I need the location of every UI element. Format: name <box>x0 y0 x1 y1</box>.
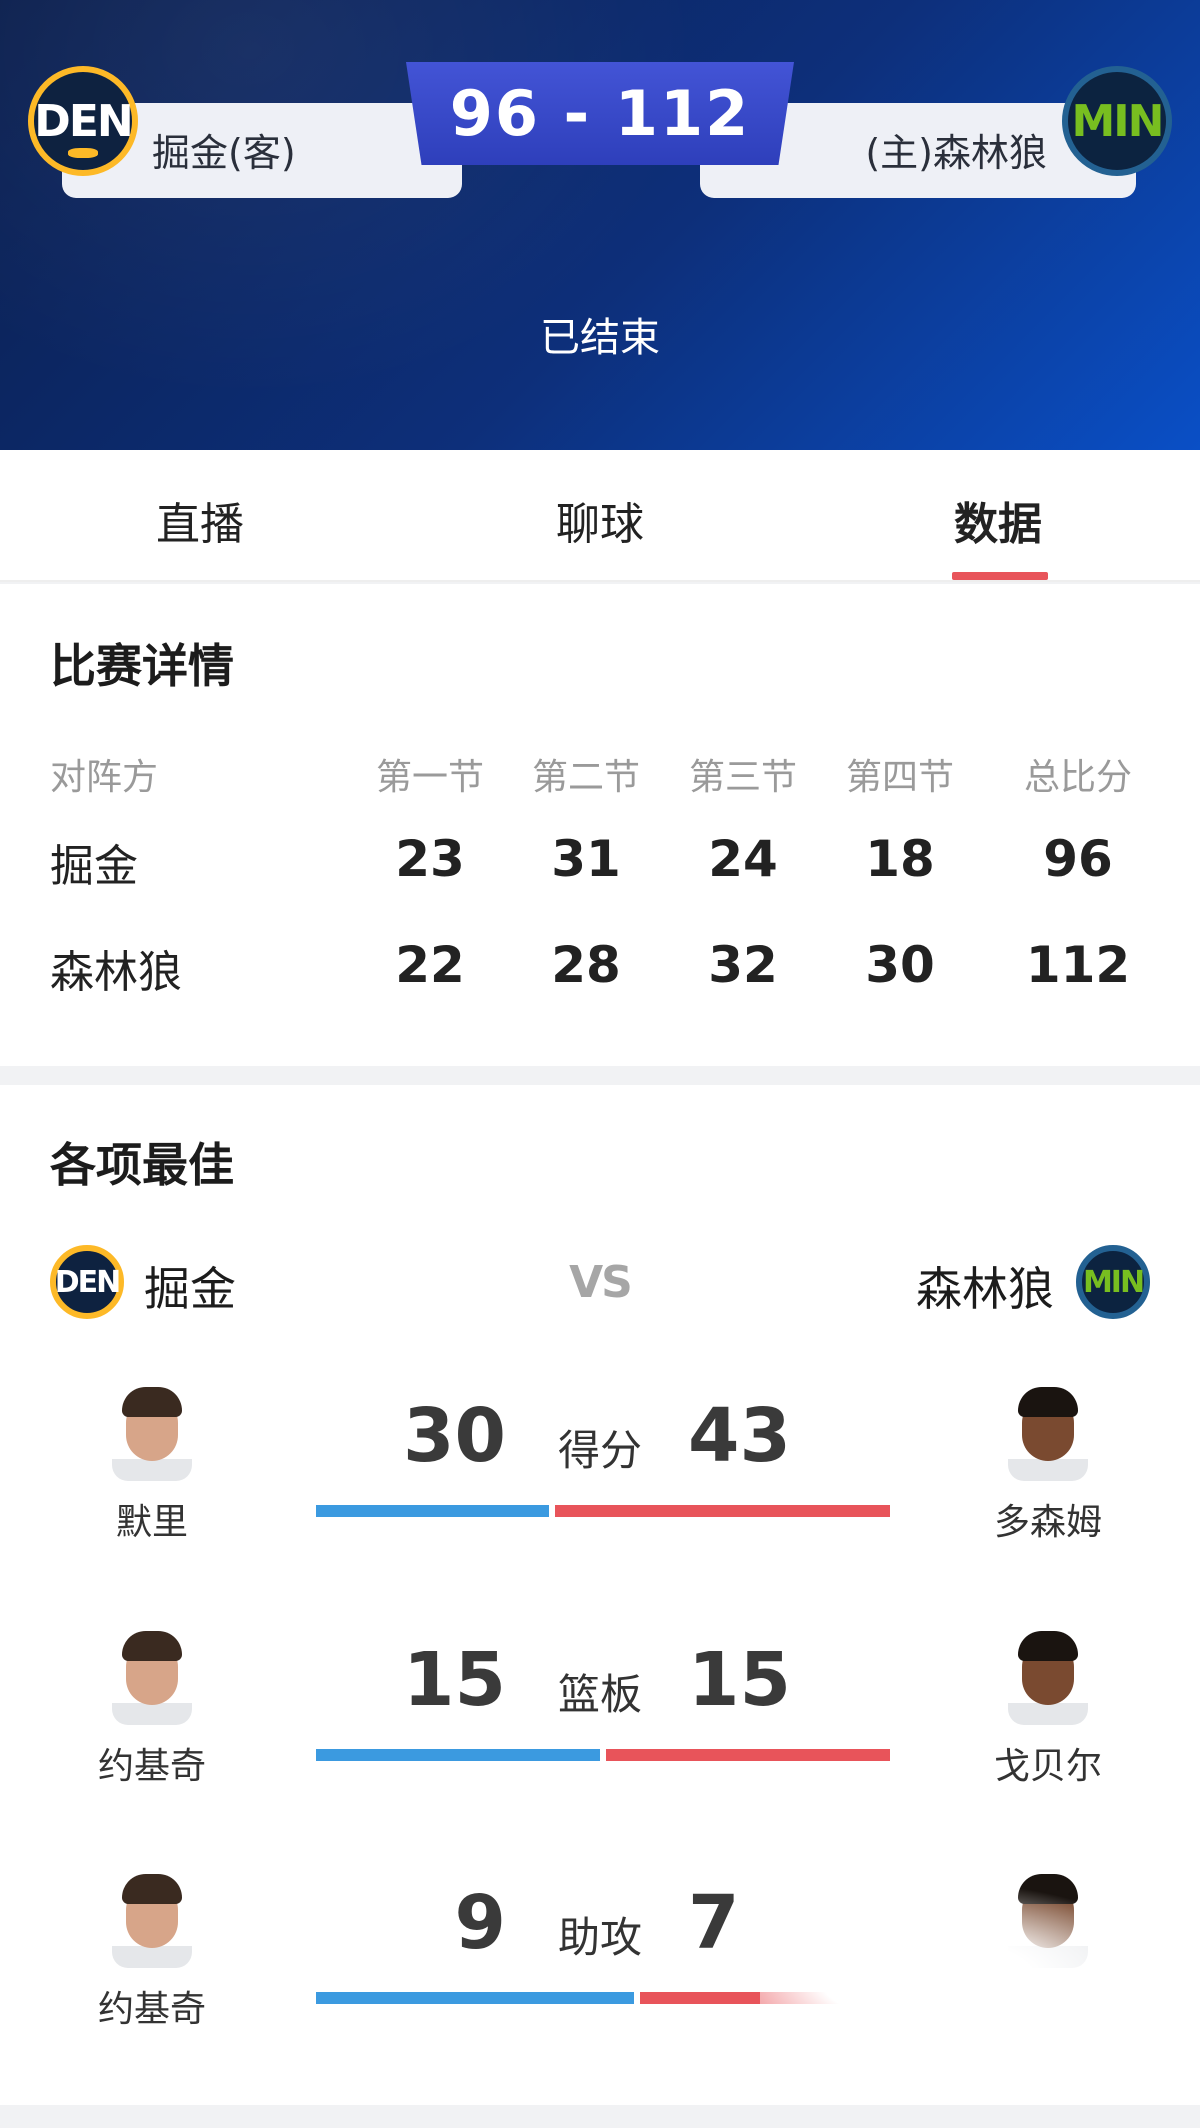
away-stat-bar <box>316 1992 634 2004</box>
home-stat-value: 15 <box>688 1637 791 1723</box>
stat-label: 助攻 <box>557 1913 642 1962</box>
game-header: DEN MIN 掘金(客) (主)森林狼 96 - 112 已结束 <box>0 0 1200 450</box>
vs-label: VS <box>569 1257 633 1308</box>
stat-label: 得分 <box>557 1426 642 1475</box>
column-header: 第三节 <box>688 757 797 798</box>
quarter-score: 32 <box>708 936 778 994</box>
away-team-name: 掘金 <box>144 1262 236 1316</box>
away-player-name[interactable]: 约基奇 <box>42 1980 262 2032</box>
tab-live[interactable]: 直播 <box>100 488 300 552</box>
timberwolves-logo-icon[interactable]: MIN <box>1076 1245 1150 1319</box>
nuggets-logo-icon[interactable]: DEN <box>28 66 138 176</box>
quarter-score: 28 <box>551 936 621 994</box>
away-stat-bar <box>316 1749 600 1761</box>
team-cell: 森林狼 <box>50 947 182 998</box>
tab-stats[interactable]: 数据 <box>898 488 1098 552</box>
nuggets-logo-icon[interactable]: DEN <box>50 1245 124 1319</box>
home-team-name: (主)森林狼 <box>865 131 1047 175</box>
quarter-score: 18 <box>865 830 935 888</box>
stat-row-points[interactable]: 默里 30 得分 43 多森姆 <box>0 1385 1200 1605</box>
away-player-name[interactable]: 默里 <box>42 1493 262 1545</box>
away-player-name[interactable]: 约基奇 <box>42 1737 262 1789</box>
score-table-header: 对阵方 第一节 第二节 第三节 第四节 总比分 <box>0 748 1200 808</box>
player-avatar[interactable] <box>112 1872 192 1968</box>
section-title: 比赛详情 <box>50 639 234 693</box>
total-score: 112 <box>1025 936 1131 994</box>
column-header: 总比分 <box>1023 757 1132 798</box>
home-logo-text: MIN <box>1071 95 1165 147</box>
quarter-score: 31 <box>551 830 621 888</box>
watermark-fade <box>760 1880 1180 2080</box>
away-stat-value: 30 <box>403 1393 506 1479</box>
timberwolves-logo-icon[interactable]: MIN <box>1062 66 1172 176</box>
quarter-score: 30 <box>865 936 935 994</box>
quarter-score: 24 <box>708 830 778 888</box>
player-avatar[interactable] <box>1008 1629 1088 1725</box>
active-tab-indicator <box>952 572 1048 580</box>
away-stat-value: 15 <box>403 1637 506 1723</box>
away-stat-value: 9 <box>454 1880 507 1966</box>
away-logo-text: DEN <box>54 1264 122 1300</box>
player-avatar[interactable] <box>112 1629 192 1725</box>
home-stat-bar <box>606 1749 890 1761</box>
score-box: 96 - 112 <box>406 62 794 165</box>
column-header: 第四节 <box>845 757 954 798</box>
home-stat-value: 43 <box>688 1393 791 1479</box>
table-row: 森林狼 22 28 32 30 112 <box>0 936 1200 998</box>
stat-label: 篮板 <box>557 1670 642 1719</box>
home-logo-text: MIN <box>1082 1264 1145 1300</box>
tab-bar: 直播 聊球 数据 <box>0 450 1200 582</box>
column-header: 对阵方 <box>50 757 159 798</box>
tab-chat[interactable]: 聊球 <box>500 488 700 552</box>
team-cell: 掘金 <box>50 841 138 892</box>
away-logo-text: DEN <box>34 95 133 147</box>
home-stat-bar <box>555 1505 890 1517</box>
total-score: 96 <box>1043 830 1113 888</box>
game-status: 已结束 <box>540 315 660 361</box>
score: 96 - 112 <box>449 77 751 150</box>
home-player-name[interactable]: 戈贝尔 <box>938 1737 1158 1789</box>
home-player-name[interactable]: 多森姆 <box>938 1493 1158 1545</box>
player-avatar[interactable] <box>112 1385 192 1481</box>
column-header: 第一节 <box>375 757 484 798</box>
player-avatar[interactable] <box>1008 1385 1088 1481</box>
section-title: 各项最佳 <box>50 1138 234 1192</box>
quarter-score: 23 <box>395 830 465 888</box>
home-team-name: 森林狼 <box>916 1262 1054 1316</box>
away-stat-bar <box>316 1505 549 1517</box>
away-team-name: 掘金(客) <box>152 131 296 175</box>
quarter-score: 22 <box>395 936 465 994</box>
match-detail-section: 比赛详情 对阵方 第一节 第二节 第三节 第四节 总比分 掘金 23 31 24… <box>0 584 1200 1066</box>
stat-row-rebounds[interactable]: 约基奇 15 篮板 15 戈贝尔 <box>0 1629 1200 1849</box>
column-header: 第二节 <box>531 757 640 798</box>
table-row: 掘金 23 31 24 18 96 <box>0 830 1200 892</box>
